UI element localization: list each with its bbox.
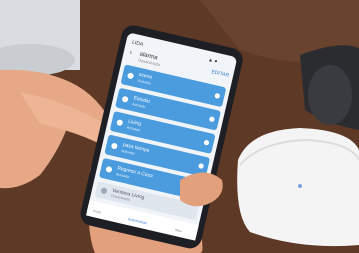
smart-home-hub — [237, 128, 359, 247]
photo-scene: LIDA ▲ ● ‹ alarma Desactivada EDITAR sce… — [0, 0, 359, 253]
speaker-highlight — [308, 65, 352, 125]
